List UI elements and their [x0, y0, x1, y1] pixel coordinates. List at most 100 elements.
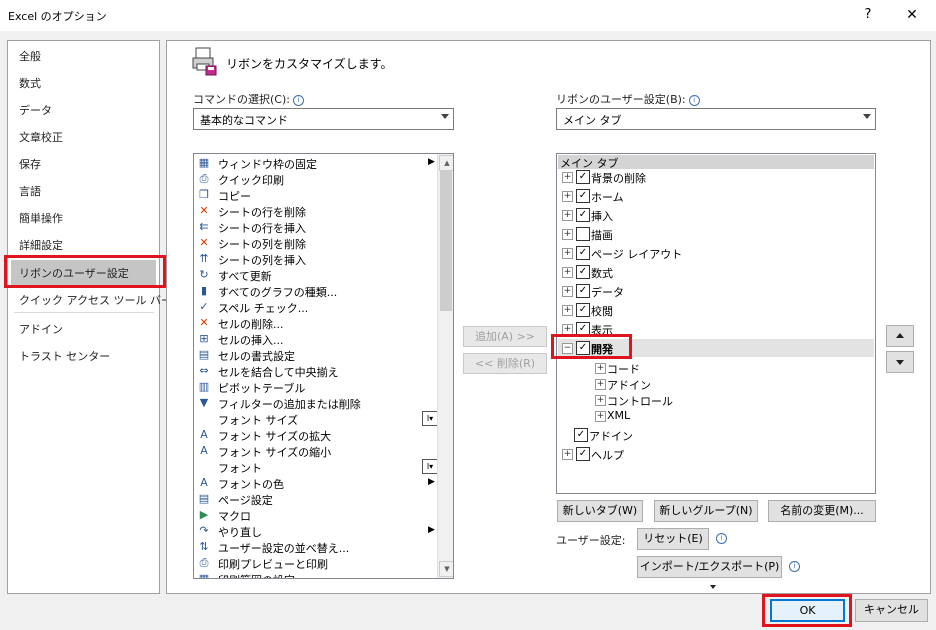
sidebar-item-data[interactable]: データ	[19, 102, 52, 118]
expand-icon[interactable]: +	[562, 248, 573, 259]
tree-header: メイン タブ	[558, 155, 874, 170]
print-area-icon: ▦	[198, 572, 210, 579]
tree-label: XML	[607, 409, 631, 422]
tab-checkbox[interactable]: ✓	[576, 303, 590, 317]
macro-icon: ▶	[199, 508, 209, 521]
expand-icon[interactable]: +	[595, 395, 606, 406]
command-label: フォント サイズの拡大	[218, 430, 332, 443]
tab-checkbox[interactable]: ✓	[576, 189, 590, 203]
sidebar-item-accessibility[interactable]: 簡単操作	[19, 210, 63, 226]
tree-tab[interactable]: + 描画	[557, 226, 873, 244]
command-label: 印刷範囲の設定	[218, 572, 295, 578]
tab-checkbox[interactable]: ✓	[576, 447, 590, 461]
command-label: シートの列を挿入	[218, 254, 306, 267]
new-tab-button[interactable]: 新しいタブ(W)	[557, 500, 643, 522]
commands-dropdown[interactable]: 基本的なコマンド	[193, 108, 454, 130]
expand-icon[interactable]: +	[595, 379, 606, 390]
info-icon: i	[292, 95, 304, 106]
font-color-icon: A	[200, 476, 208, 489]
dropdown-arrow-icon	[709, 585, 716, 589]
expand-icon[interactable]: +	[562, 305, 573, 316]
tree-tab[interactable]: + ✓ 背景の削除	[557, 169, 873, 187]
command-label: セルの削除...	[218, 318, 284, 331]
tree-tab[interactable]: + ✓ 数式	[557, 264, 873, 282]
commands-scrollbar[interactable]: ▲ ▼	[437, 154, 453, 578]
command-label: セルの書式設定	[218, 350, 295, 363]
sidebar-item-language[interactable]: 言語	[19, 183, 41, 199]
close-icon[interactable]: ✕	[900, 4, 924, 26]
sidebar-item-save[interactable]: 保存	[19, 156, 41, 172]
insert-rows-icon: ⇇	[199, 220, 209, 233]
expand-icon[interactable]: +	[562, 229, 573, 240]
expand-icon[interactable]: +	[562, 210, 573, 221]
reset-button[interactable]: リセット(E)	[637, 528, 709, 561]
move-down-button[interactable]	[886, 351, 914, 373]
command-label: シートの行を削除	[218, 206, 306, 219]
sidebar-item-formulas[interactable]: 数式	[19, 75, 41, 91]
ribbon-label: リボンのユーザー設定(B): i	[556, 91, 700, 107]
add-button[interactable]: 追加(A) >>	[463, 326, 547, 347]
scroll-thumb[interactable]	[440, 171, 452, 311]
tree-label: 数式	[591, 267, 613, 280]
new-group-button[interactable]: 新しいグループ(N)	[654, 500, 758, 522]
tab-checkbox[interactable]: ✓	[576, 265, 590, 279]
tree-label: ヘルプ	[591, 449, 624, 462]
tree-tab[interactable]: + ✓ ホーム	[557, 188, 873, 206]
command-label: シートの行を挿入	[218, 222, 306, 235]
scroll-up-icon[interactable]: ▲	[439, 155, 453, 171]
expand-icon[interactable]: +	[562, 267, 573, 278]
tree-tab[interactable]: + ✓ データ	[557, 283, 873, 301]
expand-icon[interactable]: +	[562, 191, 573, 202]
command-label: フォントの色	[218, 478, 284, 491]
submenu-arrow-icon: ▶	[428, 157, 435, 167]
user-settings-label: ユーザー設定:	[556, 534, 626, 547]
ribbon-dropdown[interactable]: メイン タブ	[556, 108, 876, 130]
import-export-button[interactable]: インポート/エクスポート(P)	[637, 556, 782, 589]
expand-icon[interactable]: +	[562, 286, 573, 297]
command-label: ページ設定	[218, 494, 273, 507]
sidebar-item-general[interactable]: 全般	[19, 48, 41, 64]
tab-checkbox[interactable]: ✓	[576, 284, 590, 298]
move-up-button[interactable]	[886, 325, 914, 347]
reset-button-label: リセット(E)	[643, 532, 703, 545]
freeze-panes-icon: ▦	[198, 156, 210, 169]
scroll-down-icon[interactable]: ▼	[439, 561, 453, 577]
tree-tab[interactable]: + ✓ ヘルプ	[557, 446, 873, 464]
ribbon-tree[interactable]: メイン タブ + ✓ 背景の削除 + ✓ ホーム + ✓ 挿入 + 描画 + ✓ ページ レイアウト + ✓ 数…	[556, 153, 876, 494]
expand-icon[interactable]: +	[595, 363, 606, 374]
tab-checkbox[interactable]: ✓	[576, 170, 590, 184]
sidebar-item-quick-access-toolbar[interactable]: クイック アクセス ツール バー	[19, 292, 172, 308]
commands-list[interactable]: ▦ ウィンドウ枠の固定 ▶ ⎙ クイック印刷 ❐ コピー ✕ シートの行を削除 ⇇ シートの行を挿入…	[193, 153, 454, 579]
help-icon[interactable]: ?	[858, 5, 878, 25]
tree-tab[interactable]: + ✓ 挿入	[557, 207, 873, 225]
sidebar-item-proofing[interactable]: 文章校正	[19, 129, 63, 145]
tree-tab[interactable]: + ✓ 校閲	[557, 302, 873, 320]
custom-sort-icon: ⇅	[199, 540, 209, 553]
tree-label: データ	[591, 286, 624, 299]
section-heading: リボンをカスタマイズします。	[226, 57, 393, 71]
tree-label: ホーム	[591, 191, 624, 204]
command-label: シートの列を削除	[218, 238, 306, 251]
rename-button[interactable]: 名前の変更(M)...	[768, 500, 876, 522]
ribbon-dropdown-value: メイン タブ	[563, 114, 622, 127]
expand-icon[interactable]: +	[595, 411, 606, 422]
expand-icon[interactable]: +	[562, 449, 573, 460]
tab-checkbox[interactable]: ✓	[576, 208, 590, 222]
tree-tab[interactable]: ✓ アドイン	[557, 427, 873, 445]
command-label: フォント	[218, 462, 262, 475]
options-sidebar: 全般 数式 データ 文章校正 保存 言語 簡単操作 詳細設定 リボンのユーザー設…	[7, 40, 172, 594]
remove-button[interactable]: << 削除(R)	[463, 353, 547, 374]
insert-cells-icon: ⊞	[199, 332, 209, 345]
tree-tab[interactable]: + ✓ ページ レイアウト	[557, 245, 873, 263]
insert-columns-icon: ⇈	[199, 252, 209, 265]
sidebar-item-advanced[interactable]: 詳細設定	[19, 237, 63, 253]
command-label: ウィンドウ枠の固定	[218, 158, 317, 171]
sidebar-item-trust-center[interactable]: トラスト センター	[19, 348, 110, 364]
tab-checkbox[interactable]: ✓	[574, 428, 588, 442]
tab-checkbox[interactable]	[576, 227, 590, 241]
tab-checkbox[interactable]: ✓	[576, 246, 590, 260]
cancel-button[interactable]: キャンセル	[855, 599, 928, 622]
expand-icon[interactable]: +	[562, 172, 573, 183]
sidebar-item-addins[interactable]: アドイン	[19, 321, 63, 337]
tree-group[interactable]: + XML	[557, 408, 873, 426]
